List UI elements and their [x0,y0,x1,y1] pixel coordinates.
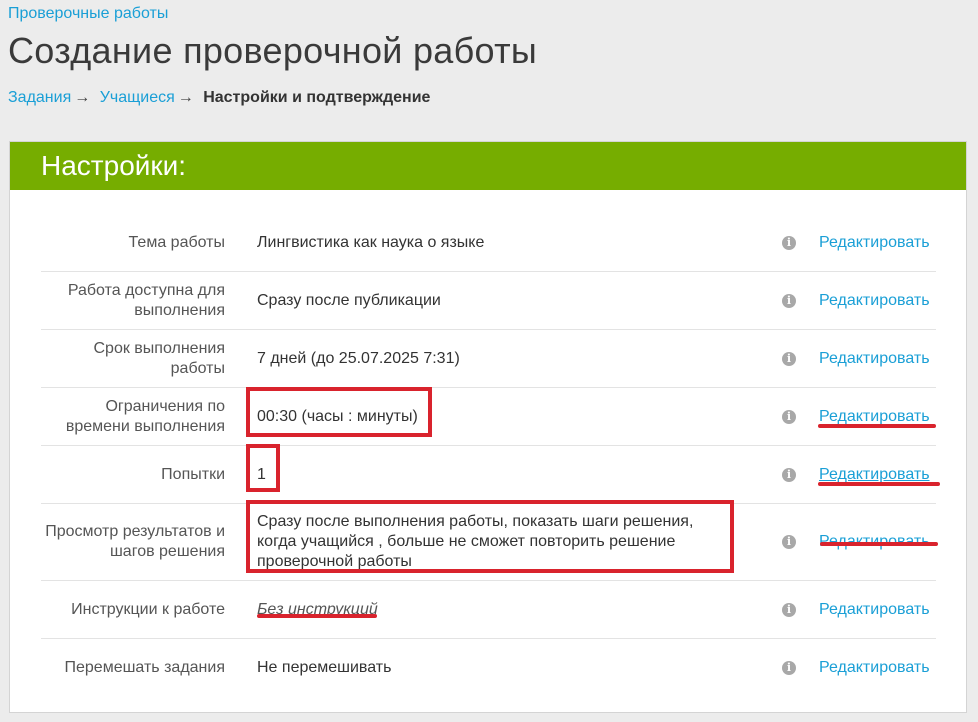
settings-panel: Настройки: Тема работы Лингвистика как н… [9,141,967,713]
setting-label: Инструкции к работе [71,600,225,618]
settings-row-deadline: Срок выполнения работы 7 дней (до 25.07.… [41,330,936,388]
edit-link[interactable]: Редактировать [819,408,930,426]
info-icon[interactable]: i [782,235,796,250]
settings-row-time-limit: Ограничения по времени выполнения 00:30 … [41,388,936,446]
edit-link[interactable]: Редактировать [819,292,930,310]
setting-value: Без инструкций [257,600,378,618]
edit-link[interactable]: Редактировать [819,234,930,252]
edit-link[interactable]: Редактировать [819,533,930,551]
edit-link[interactable]: Редактировать [819,659,930,677]
settings-row-availability: Работа доступна для выполнения Сразу пос… [41,272,936,330]
info-icon[interactable]: i [782,293,796,308]
breadcrumb-current: Настройки и подтверждение [203,89,431,106]
breadcrumb-separator: → [177,89,194,106]
info-icon[interactable]: i [782,602,796,617]
setting-value: Не перемешивать [257,658,392,676]
setting-value: Сразу после публикации [257,291,441,309]
setting-value: Лингвистика как наука о языке [257,233,485,251]
setting-label: Тема работы [128,233,225,251]
settings-row-instructions: Инструкции к работе Без инструкций i Ред… [41,581,936,639]
page-title: Создание проверочной работы [8,30,538,71]
top-link-tests[interactable]: Проверочные работы [8,5,168,23]
setting-label: Просмотр результатов и шагов решения [45,523,225,560]
setting-value: 1 [257,465,266,483]
info-icon[interactable]: i [782,660,796,675]
breadcrumb-separator: → [74,89,91,106]
setting-label: Работа доступна для выполнения [67,281,225,319]
setting-label: Перемешать задания [64,658,226,676]
settings-header: Настройки: [10,142,966,190]
info-icon[interactable]: i [782,409,796,424]
settings-row-attempts: Попытки 1 i Редактировать [41,446,936,504]
breadcrumb-students[interactable]: Учащиеся [100,89,175,106]
setting-value: 7 дней (до 25.07.2025 7:31) [257,349,460,367]
breadcrumb: Задания → Учащиеся → Настройки и подтвержд… [8,89,430,107]
setting-label: Ограничения по времени выполнения [65,397,225,435]
settings-list: Тема работы Лингвистика как наука о язык… [41,214,936,696]
setting-label: Срок выполнения работы [93,339,225,377]
info-icon[interactable]: i [782,535,796,549]
setting-value: Сразу после выполнения работы, показать … [257,513,694,570]
info-icon[interactable]: i [782,351,796,366]
settings-row-shuffle: Перемешать задания Не перемешивать i Ред… [41,639,936,696]
breadcrumb-tasks[interactable]: Задания [8,89,71,106]
settings-row-results-view: Просмотр результатов и шагов решения Сра… [41,504,936,581]
edit-link[interactable]: Редактировать [819,466,930,484]
edit-link[interactable]: Редактировать [819,350,930,368]
settings-row-topic: Тема работы Лингвистика как наука о язык… [41,214,936,272]
setting-value: 00:30 (часы : минуты) [257,407,418,425]
setting-label: Попытки [161,465,225,483]
info-icon[interactable]: i [782,467,796,482]
edit-link[interactable]: Редактировать [819,601,930,619]
